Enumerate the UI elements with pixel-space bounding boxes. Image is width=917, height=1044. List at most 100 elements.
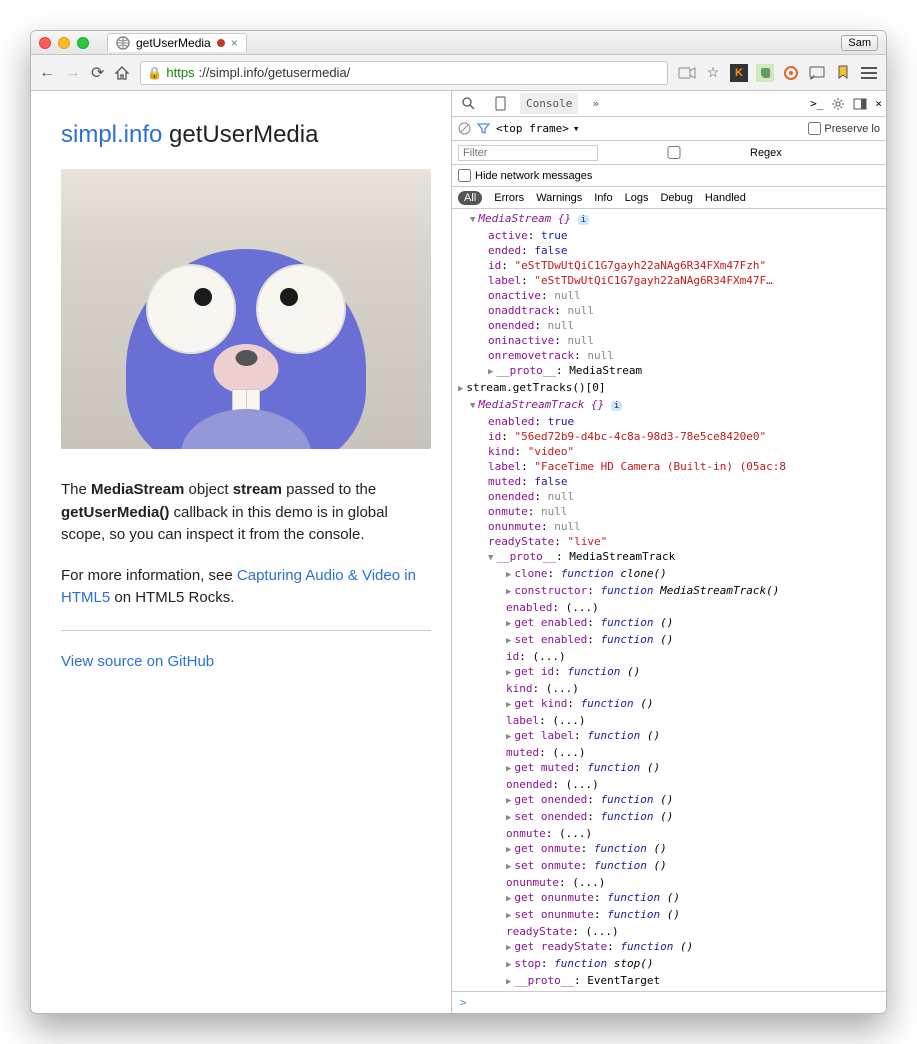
regex-checkbox[interactable] [604, 146, 744, 159]
console-line[interactable]: onended: (...) [452, 777, 886, 792]
console-line[interactable]: onended: null [452, 489, 886, 504]
console-line[interactable]: active: true [452, 228, 886, 243]
console-line[interactable]: id: "eStTDwUtQiC1G7gayh22aNAg6R34FXm47Fz… [452, 258, 886, 273]
console-tab[interactable]: Console [520, 93, 578, 114]
console-line[interactable]: muted: false [452, 474, 886, 489]
preserve-log-checkbox[interactable] [808, 122, 821, 135]
extension-omega-icon[interactable] [782, 64, 800, 82]
device-mode-icon[interactable] [489, 92, 512, 115]
console-line[interactable]: get muted: function () [452, 760, 886, 777]
console-line[interactable]: stream.getTracks()[0] [452, 380, 886, 397]
paragraph-2: For more information, see Capturing Audi… [61, 565, 431, 610]
console-line[interactable]: onaddtrack: null [452, 303, 886, 318]
console-line[interactable]: id: (...) [452, 649, 886, 664]
browser-tab[interactable]: getUserMedia × [107, 33, 247, 52]
console-line[interactable]: __proto__: MediaStreamTrack [452, 549, 886, 566]
console-line[interactable]: label: (...) [452, 713, 886, 728]
log-level-handled[interactable]: Handled [705, 192, 746, 204]
view-source-link[interactable]: View source on GitHub [61, 653, 214, 670]
console-line[interactable]: MediaStream {} i [452, 211, 886, 228]
console-line[interactable]: onended: null [452, 318, 886, 333]
show-drawer-icon[interactable]: >_ [810, 97, 823, 110]
log-level-errors[interactable]: Errors [494, 192, 524, 204]
console-line[interactable]: __proto__: EventTarget [452, 973, 886, 990]
console-line[interactable]: onactive: null [452, 288, 886, 303]
extension-evernote-icon[interactable] [756, 64, 774, 82]
search-icon[interactable] [456, 93, 481, 114]
console-line[interactable]: get enabled: function () [452, 615, 886, 632]
console-line[interactable]: onremovetrack: null [452, 348, 886, 363]
context-selector[interactable]: <top frame> ▾ [496, 122, 579, 135]
console-line[interactable]: get onended: function () [452, 792, 886, 809]
filter-input[interactable] [458, 145, 598, 161]
log-level-logs[interactable]: Logs [625, 192, 649, 204]
console-prompt[interactable]: > [452, 991, 886, 1013]
console-line[interactable]: onunmute: null [452, 519, 886, 534]
console-line[interactable]: MediaStreamTrack {} i [452, 397, 886, 414]
console-line[interactable]: id: "56ed72b9-d4bc-4c8a-98d3-78e5ce8420e… [452, 429, 886, 444]
console-line[interactable]: label: "eStTDwUtQiC1G7gayh22aNAg6R34FXm4… [452, 273, 886, 288]
console-line[interactable]: enabled: true [452, 414, 886, 429]
console-line[interactable]: ended: false [452, 243, 886, 258]
console-line[interactable]: get readyState: function () [452, 939, 886, 956]
back-button[interactable]: ← [39, 64, 55, 82]
settings-icon[interactable] [831, 97, 845, 111]
console-line[interactable]: readyState: "live" [452, 534, 886, 549]
console-line[interactable]: label: "FaceTime HD Camera (Built-in) (0… [452, 459, 886, 474]
console-line[interactable]: onmute: (...) [452, 826, 886, 841]
console-line[interactable]: enabled: (...) [452, 600, 886, 615]
console-line[interactable]: get onmute: function () [452, 841, 886, 858]
menu-button[interactable] [860, 64, 878, 82]
close-tab-button[interactable]: × [231, 36, 238, 50]
filter-icon[interactable] [477, 122, 490, 135]
console-line[interactable]: __proto__: MediaStream [452, 363, 886, 380]
console-line[interactable]: muted: (...) [452, 745, 886, 760]
more-tabs-button[interactable]: » [586, 93, 605, 114]
devtools-tabs: Console » >_ × [452, 91, 886, 117]
console-line[interactable]: get kind: function () [452, 696, 886, 713]
hide-network-row: Hide network messages [452, 165, 886, 187]
bookmark-star-icon[interactable]: ☆ [704, 64, 722, 82]
console-line[interactable]: get onunmute: function () [452, 890, 886, 907]
clear-console-icon[interactable] [458, 122, 471, 135]
console-line[interactable]: kind: "video" [452, 444, 886, 459]
zoom-window-button[interactable] [77, 37, 89, 49]
extension-k-icon[interactable]: K [730, 64, 748, 82]
console-output[interactable]: MediaStream {} iactive: trueended: false… [452, 209, 886, 991]
close-devtools-button[interactable]: × [875, 97, 882, 110]
console-line[interactable]: set onmute: function () [452, 858, 886, 875]
console-line[interactable]: onmute: null [452, 504, 886, 519]
log-level-warnings[interactable]: Warnings [536, 192, 582, 204]
hide-network-checkbox[interactable] [458, 169, 471, 182]
console-line[interactable]: constructor: function MediaStreamTrack() [452, 583, 886, 600]
cast-icon[interactable] [808, 64, 826, 82]
console-line[interactable]: set onunmute: function () [452, 907, 886, 924]
video-element[interactable] [61, 169, 431, 449]
console-line[interactable]: kind: (...) [452, 681, 886, 696]
extension-tag-icon[interactable] [834, 64, 852, 82]
console-line[interactable]: onunmute: (...) [452, 875, 886, 890]
console-line[interactable]: set enabled: function () [452, 632, 886, 649]
console-line[interactable]: stop: function stop() [452, 956, 886, 973]
log-level-info[interactable]: Info [594, 192, 612, 204]
camera-permission-icon[interactable] [678, 64, 696, 82]
minimize-window-button[interactable] [58, 37, 70, 49]
home-button[interactable] [114, 65, 130, 81]
dock-icon[interactable] [853, 98, 867, 110]
console-line[interactable]: clone: function clone() [452, 566, 886, 583]
log-level-debug[interactable]: Debug [660, 192, 692, 204]
console-line[interactable]: set onended: function () [452, 809, 886, 826]
url-scheme: https [166, 65, 194, 80]
console-line[interactable]: oninactive: null [452, 333, 886, 348]
console-line[interactable]: get id: function () [452, 664, 886, 681]
close-window-button[interactable] [39, 37, 51, 49]
log-level-all[interactable]: All [458, 191, 482, 205]
console-line[interactable]: get label: function () [452, 728, 886, 745]
reload-button[interactable]: ⟳ [91, 63, 104, 83]
profile-button[interactable]: Sam [841, 35, 878, 51]
paragraph-1: The MediaStream object stream passed to … [61, 479, 431, 547]
console-line[interactable]: readyState: (...) [452, 924, 886, 939]
url-bar[interactable]: 🔒 https://simpl.info/getusermedia/ [140, 61, 668, 85]
heading-link[interactable]: simpl.info [61, 121, 162, 148]
forward-button[interactable]: → [65, 64, 81, 82]
